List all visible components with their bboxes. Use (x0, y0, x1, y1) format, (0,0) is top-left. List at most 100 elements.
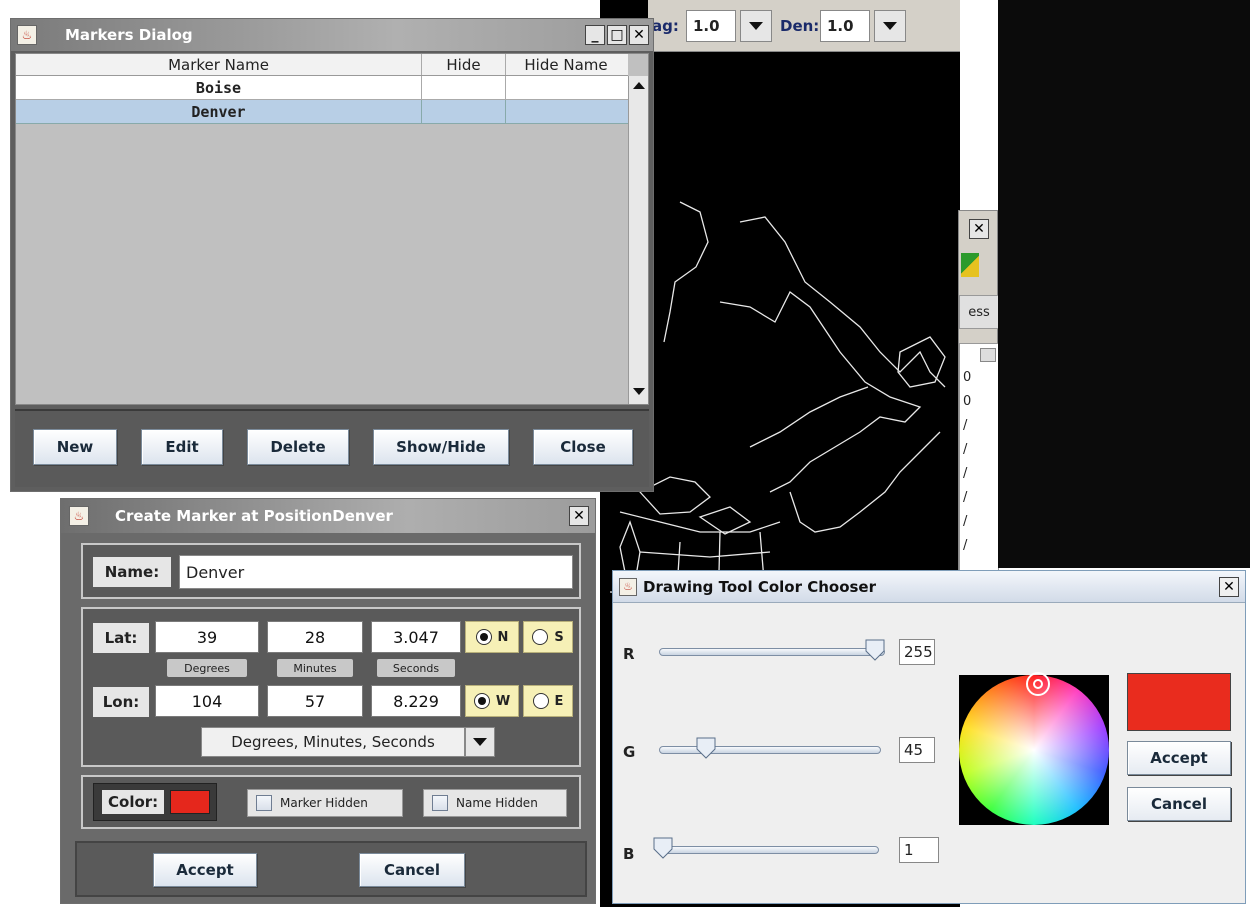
list-fragment: / (963, 514, 968, 529)
show-hide-button[interactable]: Show/Hide (373, 429, 509, 465)
den-select[interactable]: 1.0 (820, 10, 870, 42)
r-value-field[interactable]: 255 (899, 639, 935, 665)
cell-marker-name: Denver (16, 100, 422, 123)
b-slider[interactable] (653, 835, 889, 865)
close-icon: ✕ (573, 508, 585, 524)
cell-hide[interactable] (422, 76, 506, 99)
format-select[interactable]: Degrees, Minutes, Seconds (201, 727, 465, 757)
create-marker-titlebar[interactable]: ♨ Create Marker at PositionDenver ✕ (61, 499, 595, 533)
list-fragment: 0 (963, 394, 972, 409)
background-button[interactable]: ess (959, 295, 999, 329)
den-dropdown-button[interactable] (874, 10, 906, 42)
delete-button[interactable]: Delete (247, 429, 349, 465)
color-wheel-panel[interactable] (959, 672, 1109, 825)
background-button-label: ess (968, 304, 990, 320)
table-scrollbar[interactable] (628, 76, 648, 404)
background-list[interactable]: 0 0 / / / / / / (959, 343, 999, 581)
name-hidden-checkbox[interactable]: Name Hidden (423, 789, 567, 817)
lat-seconds-field[interactable]: 3.047 (371, 621, 461, 653)
north-radio[interactable]: N (465, 621, 519, 653)
name-section: Name: Denver (81, 543, 581, 599)
east-radio[interactable]: E (523, 685, 573, 717)
lon-minutes-field[interactable]: 57 (267, 685, 363, 717)
marker-hidden-checkbox[interactable]: Marker Hidden (247, 789, 403, 817)
close-button[interactable]: ✕ (569, 506, 589, 526)
dark-background (998, 0, 1250, 568)
minimize-button[interactable]: _ (585, 25, 605, 45)
maximize-icon: □ (610, 27, 624, 43)
cell-hide[interactable] (422, 100, 506, 123)
cancel-button[interactable]: Cancel (1127, 787, 1231, 821)
lat-degrees-field[interactable]: 39 (155, 621, 259, 653)
slider-thumb[interactable] (696, 737, 716, 759)
mag-select[interactable]: 1.0 (686, 10, 736, 42)
color-picker[interactable]: Color: (93, 783, 217, 821)
lat-minutes-field[interactable]: 28 (267, 621, 363, 653)
radio-unselected-icon (532, 629, 549, 645)
chevron-down-icon (473, 738, 487, 746)
list-fragment: / (963, 490, 968, 505)
close-button[interactable]: ✕ (629, 25, 649, 45)
table-row-selected[interactable]: Denver (16, 100, 628, 124)
markers-dialog-titlebar[interactable]: ♨ Markers Dialog _ □ ✕ (11, 19, 653, 51)
coastline-quebec (719, 291, 922, 493)
color-chooser-titlebar[interactable]: ♨ Drawing Tool Color Chooser ✕ (613, 571, 1245, 603)
scroll-down-icon[interactable] (633, 388, 645, 395)
name-field[interactable]: Denver (179, 555, 573, 589)
lon-seconds-field[interactable]: 8.229 (371, 685, 461, 717)
format-dropdown-button[interactable] (465, 727, 495, 757)
mag-value: 1.0 (693, 17, 720, 35)
close-button[interactable]: Close (533, 429, 633, 465)
markers-dialog-title: Markers Dialog (65, 26, 193, 44)
g-slider[interactable] (659, 735, 895, 765)
slider-thumb[interactable] (865, 639, 885, 661)
color-swatch[interactable] (170, 790, 211, 814)
b-value-field[interactable]: 1 (899, 837, 939, 863)
radio-unselected-icon (532, 693, 549, 709)
g-value-field[interactable]: 45 (899, 737, 935, 763)
markers-table: Marker Name Hide Hide Name Boise Denver (15, 53, 649, 405)
cell-hide-name[interactable] (506, 100, 626, 123)
lon-degrees-field[interactable]: 104 (155, 685, 259, 717)
scroll-up-icon[interactable] (633, 82, 645, 89)
degrees-unit-label: Degrees (167, 659, 247, 677)
accept-button[interactable]: Accept (1127, 741, 1231, 775)
cell-hide-name[interactable] (506, 76, 626, 99)
list-fragment: / (963, 418, 968, 433)
minutes-unit-label: Minutes (277, 659, 353, 677)
maximize-button[interactable]: □ (607, 25, 627, 45)
list-fragment: / (963, 538, 968, 553)
column-header-hide-name[interactable]: Hide Name (506, 54, 626, 75)
north-label: N (497, 629, 509, 645)
minimize-icon: _ (591, 27, 599, 43)
b-label: B (623, 845, 635, 863)
windows-logo-icon (961, 253, 979, 277)
slider-thumb[interactable] (653, 837, 673, 859)
r-slider[interactable] (659, 637, 895, 667)
column-header-hide[interactable]: Hide (422, 54, 506, 75)
south-radio[interactable]: S (523, 621, 573, 653)
mag-label: ag: (652, 17, 679, 35)
close-button[interactable]: ✕ (969, 219, 989, 239)
new-button[interactable]: New (33, 429, 117, 465)
edit-button[interactable]: Edit (141, 429, 223, 465)
r-label: R (623, 645, 635, 663)
cancel-button[interactable]: Cancel (359, 853, 465, 887)
java-app-icon: ♨ (619, 577, 637, 596)
markers-dialog: ♨ Markers Dialog _ □ ✕ Marker Name Hide … (10, 18, 654, 492)
mag-dropdown-button[interactable] (740, 10, 772, 42)
map-toolbar: ag: 1.0 Den: 1.0 (648, 0, 960, 52)
background-window: ✕ ess 0 0 / / / / / / (958, 210, 999, 581)
color-label: Color: (102, 790, 165, 814)
table-row[interactable]: Boise (16, 76, 628, 100)
chevron-down-icon (749, 22, 763, 30)
close-button[interactable]: ✕ (1219, 576, 1239, 597)
den-label: Den: (780, 17, 820, 35)
scroll-up-icon[interactable] (980, 348, 996, 362)
color-wheel-cursor-icon (1026, 672, 1050, 696)
column-header-marker-name[interactable]: Marker Name (16, 54, 422, 75)
markers-button-bar: New Edit Delete Show/Hide Close (15, 409, 649, 487)
checkbox-icon (256, 795, 272, 811)
west-radio[interactable]: W (465, 685, 519, 717)
accept-button[interactable]: Accept (153, 853, 257, 887)
